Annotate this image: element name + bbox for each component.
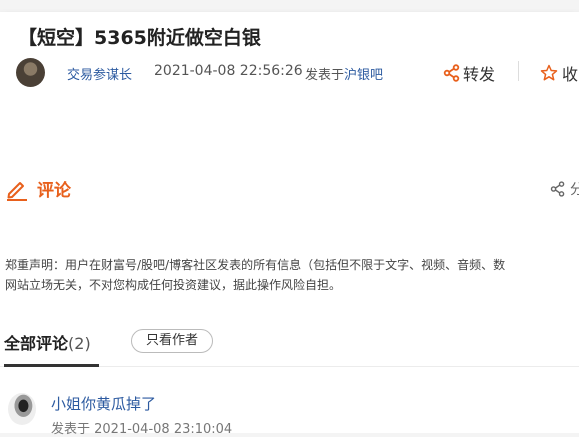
comment-share-button[interactable]: 分 [550,179,579,199]
post-timestamp: 2021-04-08 22:56:26 [154,63,303,79]
commenter-avatar[interactable] [8,393,36,425]
post-meta-row: 交易参谋长 2021-04-08 22:56:26 发表于沪银吧 转发 收 [16,58,579,88]
comment-share-label: 分 [570,182,579,198]
share-icon [443,64,460,82]
author-only-button[interactable]: 只看作者 [131,329,213,353]
comment-count: (2) [68,334,91,353]
disclaimer: 郑重声明：用户在财富号/股吧/博客社区发表的所有信息（包括但不限于文字、视频、音… [5,255,579,295]
comments-tab-bar: 全部评论(2) 只看作者 [0,316,579,367]
share-button[interactable]: 转发 [443,61,495,85]
disclaimer-line: 郑重声明：用户在财富号/股吧/博客社区发表的所有信息（包括但不限于文字、视频、音… [5,258,506,272]
author-name[interactable]: 交易参谋长 [67,64,132,83]
comment-section-title: 评论 [37,181,71,201]
disclaimer-line: 网站立场无关，不对您构成任何投资建议，据此操作风险自担。 [5,278,342,292]
comment-meta: 发表于 2021-04-08 23:10:04 [51,422,233,437]
favorite-label: 收 [562,65,579,84]
comment-text: 小姐你黄瓜掉了 [51,395,157,413]
post-header-card: 【短空】5365附近做空白银 交易参谋长 2021-04-08 22:56:26… [0,12,579,104]
favorite-button[interactable]: 收 [540,61,578,85]
author-avatar[interactable] [16,58,45,87]
posted-in: 发表于沪银吧 [305,64,383,83]
tab-all-comments[interactable]: 全部评论(2) [4,330,91,354]
posted-in-prefix: 发表于 [305,68,345,83]
post-title: 【短空】5365附近做空白银 [18,27,261,49]
share-icon [550,181,565,197]
divider [518,61,519,81]
share-label: 转发 [463,65,496,84]
comment-header: 评论 [5,176,71,201]
pencil-icon [7,181,27,201]
tab-all-label: 全部评论 [4,334,69,353]
star-icon [540,64,558,81]
comment-list: 小姐你黄瓜掉了 发表于 2021-04-08 23:10:04 [0,367,579,437]
forum-link[interactable]: 沪银吧 [344,68,383,83]
